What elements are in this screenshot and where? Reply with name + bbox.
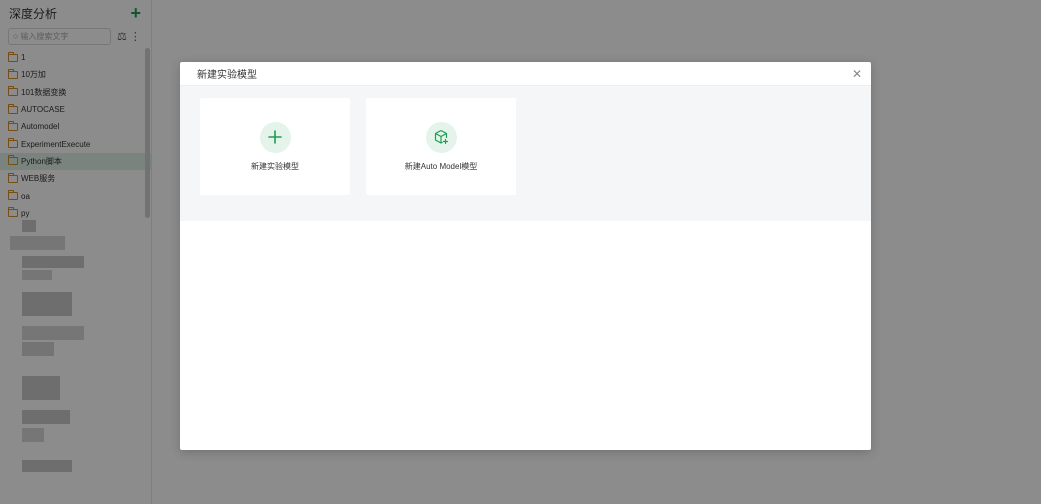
new-automodel-card[interactable]: 新建Auto Model模型 bbox=[366, 98, 516, 195]
new-model-dialog: 新建实验模型 ✕ 新建实验模型 新建Auto Model模型 bbox=[180, 62, 871, 450]
modal-title: 新建实验模型 bbox=[197, 70, 257, 81]
modal-body: 新建实验模型 新建Auto Model模型 bbox=[180, 86, 871, 221]
new-experiment-model-card[interactable]: 新建实验模型 bbox=[200, 98, 350, 195]
plus-icon bbox=[259, 121, 291, 153]
card-label: 新建Auto Model模型 bbox=[404, 161, 478, 171]
close-icon[interactable]: ✕ bbox=[852, 67, 862, 81]
modal-header: 新建实验模型 ✕ bbox=[180, 62, 871, 86]
card-label: 新建实验模型 bbox=[251, 161, 299, 171]
cube-plus-icon bbox=[425, 121, 457, 153]
